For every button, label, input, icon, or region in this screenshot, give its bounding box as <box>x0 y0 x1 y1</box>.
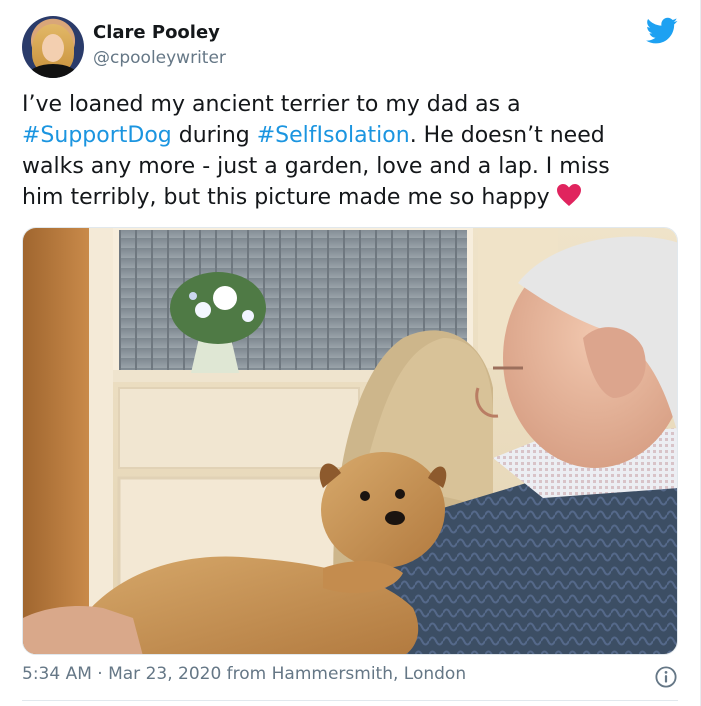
divider <box>22 700 678 701</box>
tweet-line-3: walks any more - just a garden, love and… <box>22 154 610 179</box>
tweet-line-2-end: . He doesn’t need <box>409 123 605 148</box>
twitter-bird-icon[interactable] <box>646 17 678 45</box>
photo-scene <box>23 228 677 654</box>
author-handle[interactable]: @cpooleywriter <box>93 48 226 68</box>
tweet-card: Clare Pooley @cpooleywriter I’ve loaned … <box>0 0 701 706</box>
tweet-line-2: #SupportDog during #SelfIsolation. He do… <box>22 120 682 151</box>
red-heart-icon <box>556 184 581 206</box>
author-name[interactable]: Clare Pooley <box>93 22 220 43</box>
tweet-line-4-text: him terribly, but this picture made me s… <box>22 185 550 210</box>
hashtag-supportdog[interactable]: #SupportDog <box>22 123 172 148</box>
info-icon[interactable] <box>655 666 677 688</box>
tweet-line-4: him terribly, but this picture made me s… <box>22 182 682 213</box>
tweet-line-2-mid: during <box>171 123 257 148</box>
tweet-meta[interactable]: 5:34 AM · Mar 23, 2020 from Hammersmith,… <box>22 664 466 684</box>
tweet-text: I’ve loaned my ancient terrier to my dad… <box>22 89 682 213</box>
tweet-line-1: I’ve loaned my ancient terrier to my dad… <box>22 92 521 117</box>
avatar[interactable] <box>22 16 84 78</box>
tweet-photo[interactable] <box>22 227 678 655</box>
hashtag-selfisolation[interactable]: #SelfIsolation <box>257 123 410 148</box>
avatar-face <box>42 34 64 62</box>
